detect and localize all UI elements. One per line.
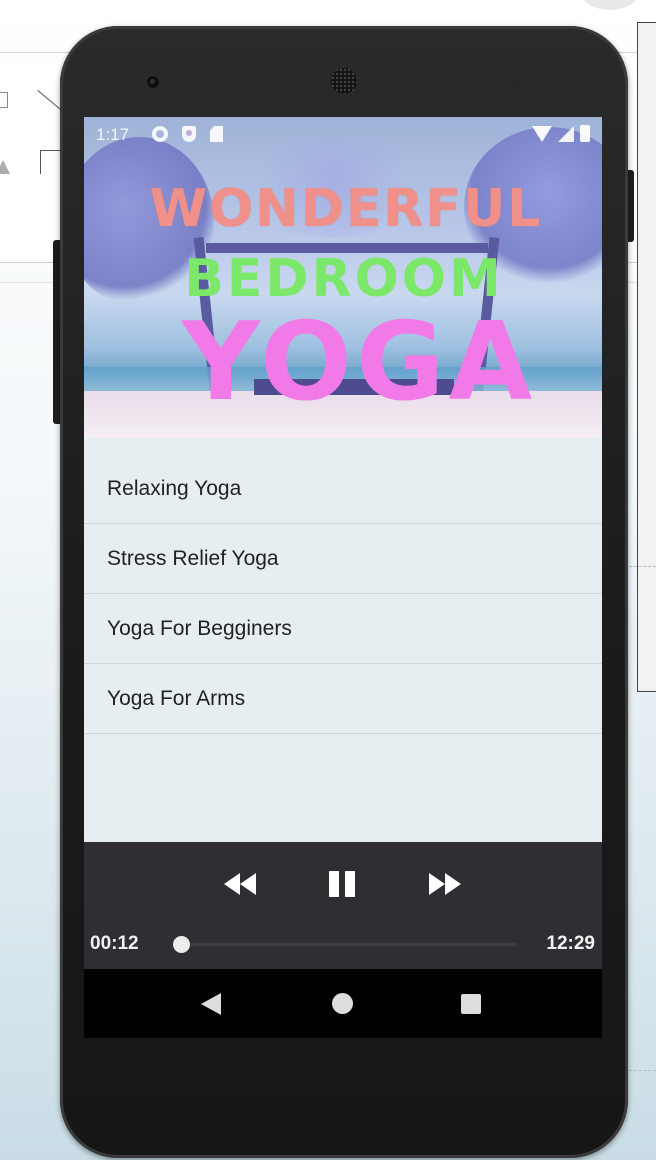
- playlist-item[interactable]: Yoga For Arms: [84, 664, 602, 734]
- back-icon[interactable]: [201, 993, 221, 1015]
- seek-bar-thumb[interactable]: [173, 936, 191, 953]
- total-time: 12:29: [546, 933, 595, 954]
- playlist-item[interactable]: Relaxing Yoga: [84, 454, 602, 524]
- gear-icon: [152, 126, 168, 142]
- playlist-item[interactable]: Yoga For Begginers: [84, 594, 602, 664]
- earpiece-speaker: [331, 68, 357, 94]
- status-bar: 1:17: [84, 117, 602, 151]
- background-decoration: [580, 0, 640, 10]
- playlist: Relaxing Yoga Stress Relief Yoga Yoga Fo…: [84, 454, 602, 734]
- front-camera-icon: [147, 76, 159, 88]
- fast-forward-icon[interactable]: [429, 873, 463, 895]
- yoga-banner-image: WONDERFUL BEDROOM YOGA: [84, 117, 602, 438]
- sd-card-icon: [210, 126, 223, 142]
- media-player: 00:12 12:29: [84, 842, 602, 969]
- pause-icon[interactable]: [329, 871, 357, 897]
- triangle-tool-icon: [0, 160, 10, 174]
- phone-screen: WONDERFUL BEDROOM YOGA 1:17 Relaxing Yog…: [84, 117, 602, 1038]
- banner-title-line3: YOGA: [181, 300, 537, 425]
- navigation-bar: [84, 969, 602, 1038]
- recents-icon[interactable]: [461, 994, 481, 1014]
- seek-bar[interactable]: [173, 936, 516, 953]
- proximity-sensor: [518, 76, 536, 107]
- status-time: 1:17: [96, 125, 130, 144]
- home-icon[interactable]: [332, 993, 353, 1014]
- playlist-item[interactable]: Stress Relief Yoga: [84, 524, 602, 594]
- current-time: 00:12: [90, 933, 139, 954]
- background-side-panel: [637, 22, 656, 692]
- signal-icon: [558, 126, 574, 142]
- wifi-icon: [532, 126, 552, 142]
- shield-icon: [182, 126, 196, 142]
- rewind-icon[interactable]: [224, 873, 258, 895]
- banner-title-line1: WONDERFUL: [149, 179, 543, 239]
- document-icon: [0, 92, 8, 108]
- phone-power-button: [627, 170, 634, 242]
- battery-icon: [580, 125, 590, 142]
